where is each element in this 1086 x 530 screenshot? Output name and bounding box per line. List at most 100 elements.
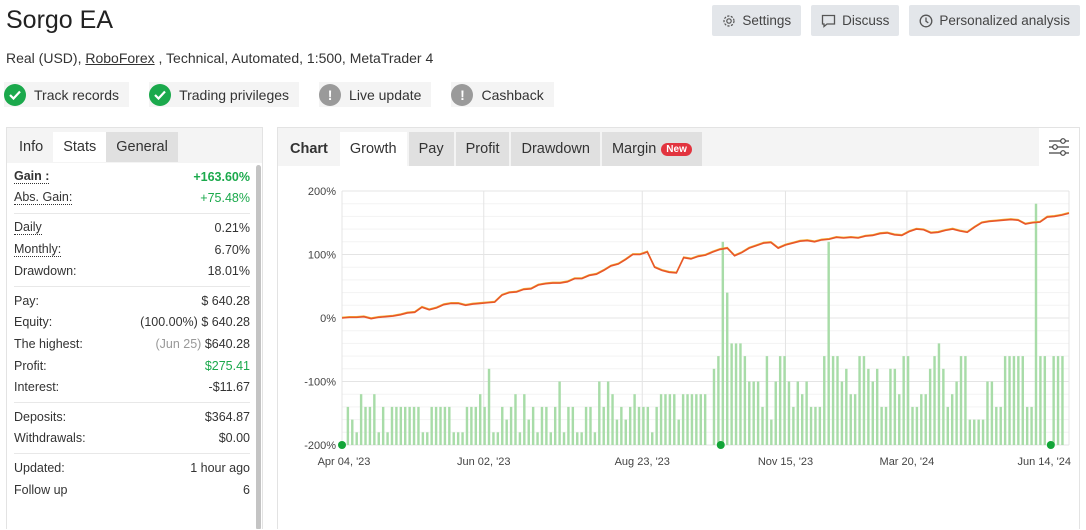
bar [673,394,676,445]
discuss-button[interactable]: Discuss [811,5,900,36]
bar [664,394,667,445]
stat-row-pay: Pay: $ 640.28 [14,290,250,312]
bar [1003,356,1007,445]
bar [796,381,800,445]
bar [809,406,813,445]
bar [1056,356,1060,445]
bar [898,394,901,445]
stat-label: Follow up [14,482,68,497]
comment-icon [822,14,836,28]
bar [368,406,372,445]
bar [924,394,927,445]
bar [448,406,451,445]
bar [752,381,755,445]
tab-info[interactable]: Info [9,132,53,162]
bar [695,394,698,445]
bar [973,419,976,445]
bar [496,432,500,445]
bar [611,394,614,445]
bar [501,406,504,445]
bar [523,394,526,445]
bar [483,406,486,445]
bar [509,406,513,445]
x-tick-label: Aug 23, '23 [615,456,670,468]
analysis-label: Personalized analysis [939,13,1070,28]
bar [836,356,839,445]
stat-row-followup: Follow up 6 [14,479,250,501]
stat-label: Pay: [14,293,40,308]
bar [999,406,1002,445]
bar [395,406,398,445]
bar [730,343,733,445]
stat-value: $275.41 [204,358,250,373]
bar [699,394,702,445]
bar [862,356,866,445]
stat-label[interactable]: Abs. Gain: [14,191,73,206]
bar [1030,406,1033,445]
bar [598,381,601,445]
personalized-analysis-button[interactable]: Personalized analysis [909,5,1080,36]
y-tick-label: -100% [304,377,336,389]
bar [558,381,561,445]
badge-live-update[interactable]: ! Live update [319,82,432,107]
bar [461,432,464,445]
stat-row-deposits: Deposits: $364.87 [14,406,250,428]
stat-label[interactable]: Gain : [14,169,50,184]
stat-value: 0.21% [214,220,250,235]
stats-group-rates: Daily 0.21% Monthly: 6.70% Drawdown: 18.… [14,214,250,287]
bar [1039,356,1042,445]
y-tick-label: -200% [304,440,336,452]
bar [920,394,923,445]
broker-link[interactable]: RoboForex [85,50,154,66]
bar [911,406,914,445]
bar [915,406,919,445]
bar [527,419,530,445]
settings-button[interactable]: Settings [712,5,802,36]
bar [792,406,795,445]
bar [1061,356,1064,445]
bar [1017,356,1020,445]
tab-general[interactable]: General [106,132,178,162]
bar [571,406,575,445]
stat-label: Drawdown: [14,264,77,279]
bar [624,419,627,445]
stats-scrollbar[interactable] [256,165,261,529]
exclamation-circle-icon: ! [451,83,474,106]
bar [858,356,861,445]
badge-track-records[interactable]: Track records [4,82,130,107]
stat-label[interactable]: Daily [14,220,42,235]
bar [955,381,958,445]
growth-chart[interactable]: 200% 100% 0% -100% -200% Apr 04, '23 Jun 02, '… [278,128,1081,530]
bar [928,368,932,445]
bar [602,406,605,445]
bar [518,432,522,445]
bar [726,292,729,445]
bar [426,432,429,445]
bar [668,394,672,445]
chart-panel: Chart Growth Pay Profit Drawdown Margin … [277,127,1080,529]
bar [381,406,385,445]
stat-value: 6 [243,482,250,497]
bar [545,406,548,445]
badge-trading-privileges[interactable]: Trading privileges [149,82,300,107]
tab-stats[interactable]: Stats [53,132,107,162]
bar [514,394,517,445]
stat-row-drawdown: Drawdown: 18.01% [14,260,250,282]
stat-row-monthly: Monthly: 6.70% [14,239,250,261]
bar [800,394,804,445]
stat-row-interest: Interest: -$11.67 [14,376,250,398]
bar [761,406,764,445]
stat-label: Updated: [14,460,65,475]
bar [567,406,570,445]
bar [417,406,420,445]
x-tick-label: Nov 15, '23 [758,456,813,468]
bar [902,356,905,445]
y-tick-label: 200% [308,186,336,198]
bar [620,406,623,445]
stat-value: 18.01% [207,264,250,279]
bar [893,368,897,445]
bar [593,432,597,445]
stat-label[interactable]: Monthly: [14,242,62,257]
badge-cashback[interactable]: ! Cashback [451,82,554,107]
bar [474,406,478,445]
